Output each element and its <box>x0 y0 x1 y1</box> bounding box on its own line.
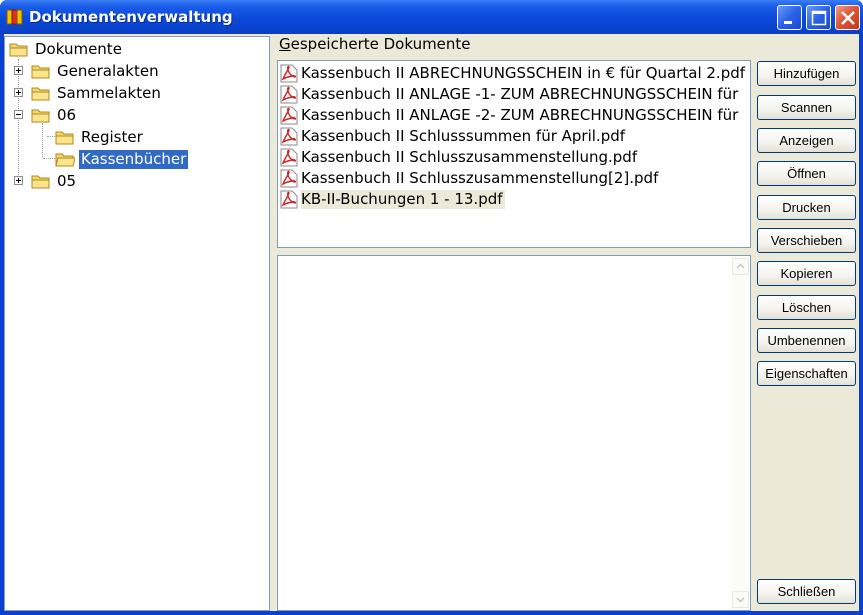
document-preview[interactable] <box>277 255 751 611</box>
expand-toggle[interactable] <box>14 176 23 185</box>
document-list[interactable]: Kassenbuch II ABRECHNUNGSSCHEIN in € für… <box>277 60 751 248</box>
close-button[interactable]: Schließen <box>757 579 856 604</box>
file-name: KB-II-Buchungen 1 - 13.pdf <box>301 190 505 209</box>
chevron-down-icon <box>736 597 745 603</box>
pdf-file-icon <box>280 106 298 125</box>
tree-item-label: 05 <box>57 172 77 190</box>
file-name: Kassenbuch II Schlusssummen für April.pd… <box>301 127 626 145</box>
delete-button[interactable]: Löschen <box>757 295 856 320</box>
documents-section-label: Gespeicherte Dokumente <box>279 35 471 53</box>
minimize-button[interactable] <box>777 5 802 30</box>
folder-icon <box>55 131 74 145</box>
client-area: Dokumente Generalakten Sammelakten 06 Re… <box>4 34 859 611</box>
close-window-button[interactable] <box>835 5 860 30</box>
tree-connector <box>42 123 43 157</box>
tree-connector <box>18 59 19 179</box>
close-icon <box>841 11 855 25</box>
pdf-file-icon <box>280 169 298 188</box>
scan-button[interactable]: Scannen <box>757 95 856 120</box>
copy-button[interactable]: Kopieren <box>757 261 856 286</box>
document-app-icon <box>6 9 23 25</box>
accelerator-key: G <box>279 35 291 53</box>
chevron-up-icon <box>736 263 745 269</box>
add-button[interactable]: Hinzufügen <box>757 61 856 86</box>
expand-toggle[interactable] <box>14 66 23 75</box>
file-name: Kassenbuch II ANLAGE -2- ZUM ABRECHNUNGS… <box>301 106 739 124</box>
pdf-file-icon <box>280 148 298 167</box>
folder-open-icon <box>9 43 28 57</box>
section-label-text: espeicherte Dokumente <box>290 35 471 53</box>
folder-icon <box>31 175 50 189</box>
title-bar[interactable]: Dokumentenverwaltung <box>0 0 863 34</box>
pdf-file-icon <box>280 85 298 104</box>
tree-item-label: Dokumente <box>35 40 122 58</box>
scroll-up-button[interactable] <box>732 258 749 275</box>
pdf-file-icon <box>280 64 298 83</box>
tree-item-label: Register <box>81 128 143 146</box>
minimize-icon <box>784 21 792 24</box>
open-button[interactable]: Öffnen <box>757 161 856 186</box>
folder-icon <box>31 109 50 123</box>
folder-icon <box>31 65 50 79</box>
folder-icon <box>31 87 50 101</box>
folder-open-icon <box>55 153 75 167</box>
properties-button[interactable]: Eigenschaften <box>757 361 856 386</box>
file-name: Kassenbuch II ANLAGE -1- ZUM ABRECHNUNGS… <box>301 85 739 103</box>
tree-item-label: 06 <box>57 106 77 124</box>
main-window: Dokumentenverwaltung Dokumente Generalak… <box>0 0 863 615</box>
rename-button[interactable]: Umbenennen <box>757 328 856 353</box>
move-button[interactable]: Verschieben <box>757 228 856 253</box>
scroll-down-button[interactable] <box>732 591 749 608</box>
tree-item-label: Generalakten <box>57 62 159 80</box>
pdf-file-icon <box>280 190 298 209</box>
maximize-button[interactable] <box>806 5 831 30</box>
expand-toggle[interactable] <box>14 88 23 97</box>
tree-item-label: Kassenbücher <box>79 150 189 169</box>
show-button[interactable]: Anzeigen <box>757 128 856 153</box>
preview-scrollbar[interactable] <box>732 257 749 609</box>
pdf-file-icon <box>280 127 298 146</box>
collapse-toggle[interactable] <box>14 110 23 119</box>
file-name: Kassenbuch II Schlusszusammenstellung[2]… <box>301 169 659 187</box>
file-name: Kassenbuch II Schlusszusammenstellung.pd… <box>301 148 638 166</box>
window-title: Dokumentenverwaltung <box>29 8 233 26</box>
tree-item-label: Sammelakten <box>57 84 161 102</box>
print-button[interactable]: Drucken <box>757 195 856 220</box>
folder-tree[interactable]: Dokumente Generalakten Sammelakten 06 Re… <box>4 36 270 611</box>
maximize-icon <box>811 10 827 26</box>
file-name: Kassenbuch II ABRECHNUNGSSCHEIN in € für… <box>301 64 746 82</box>
